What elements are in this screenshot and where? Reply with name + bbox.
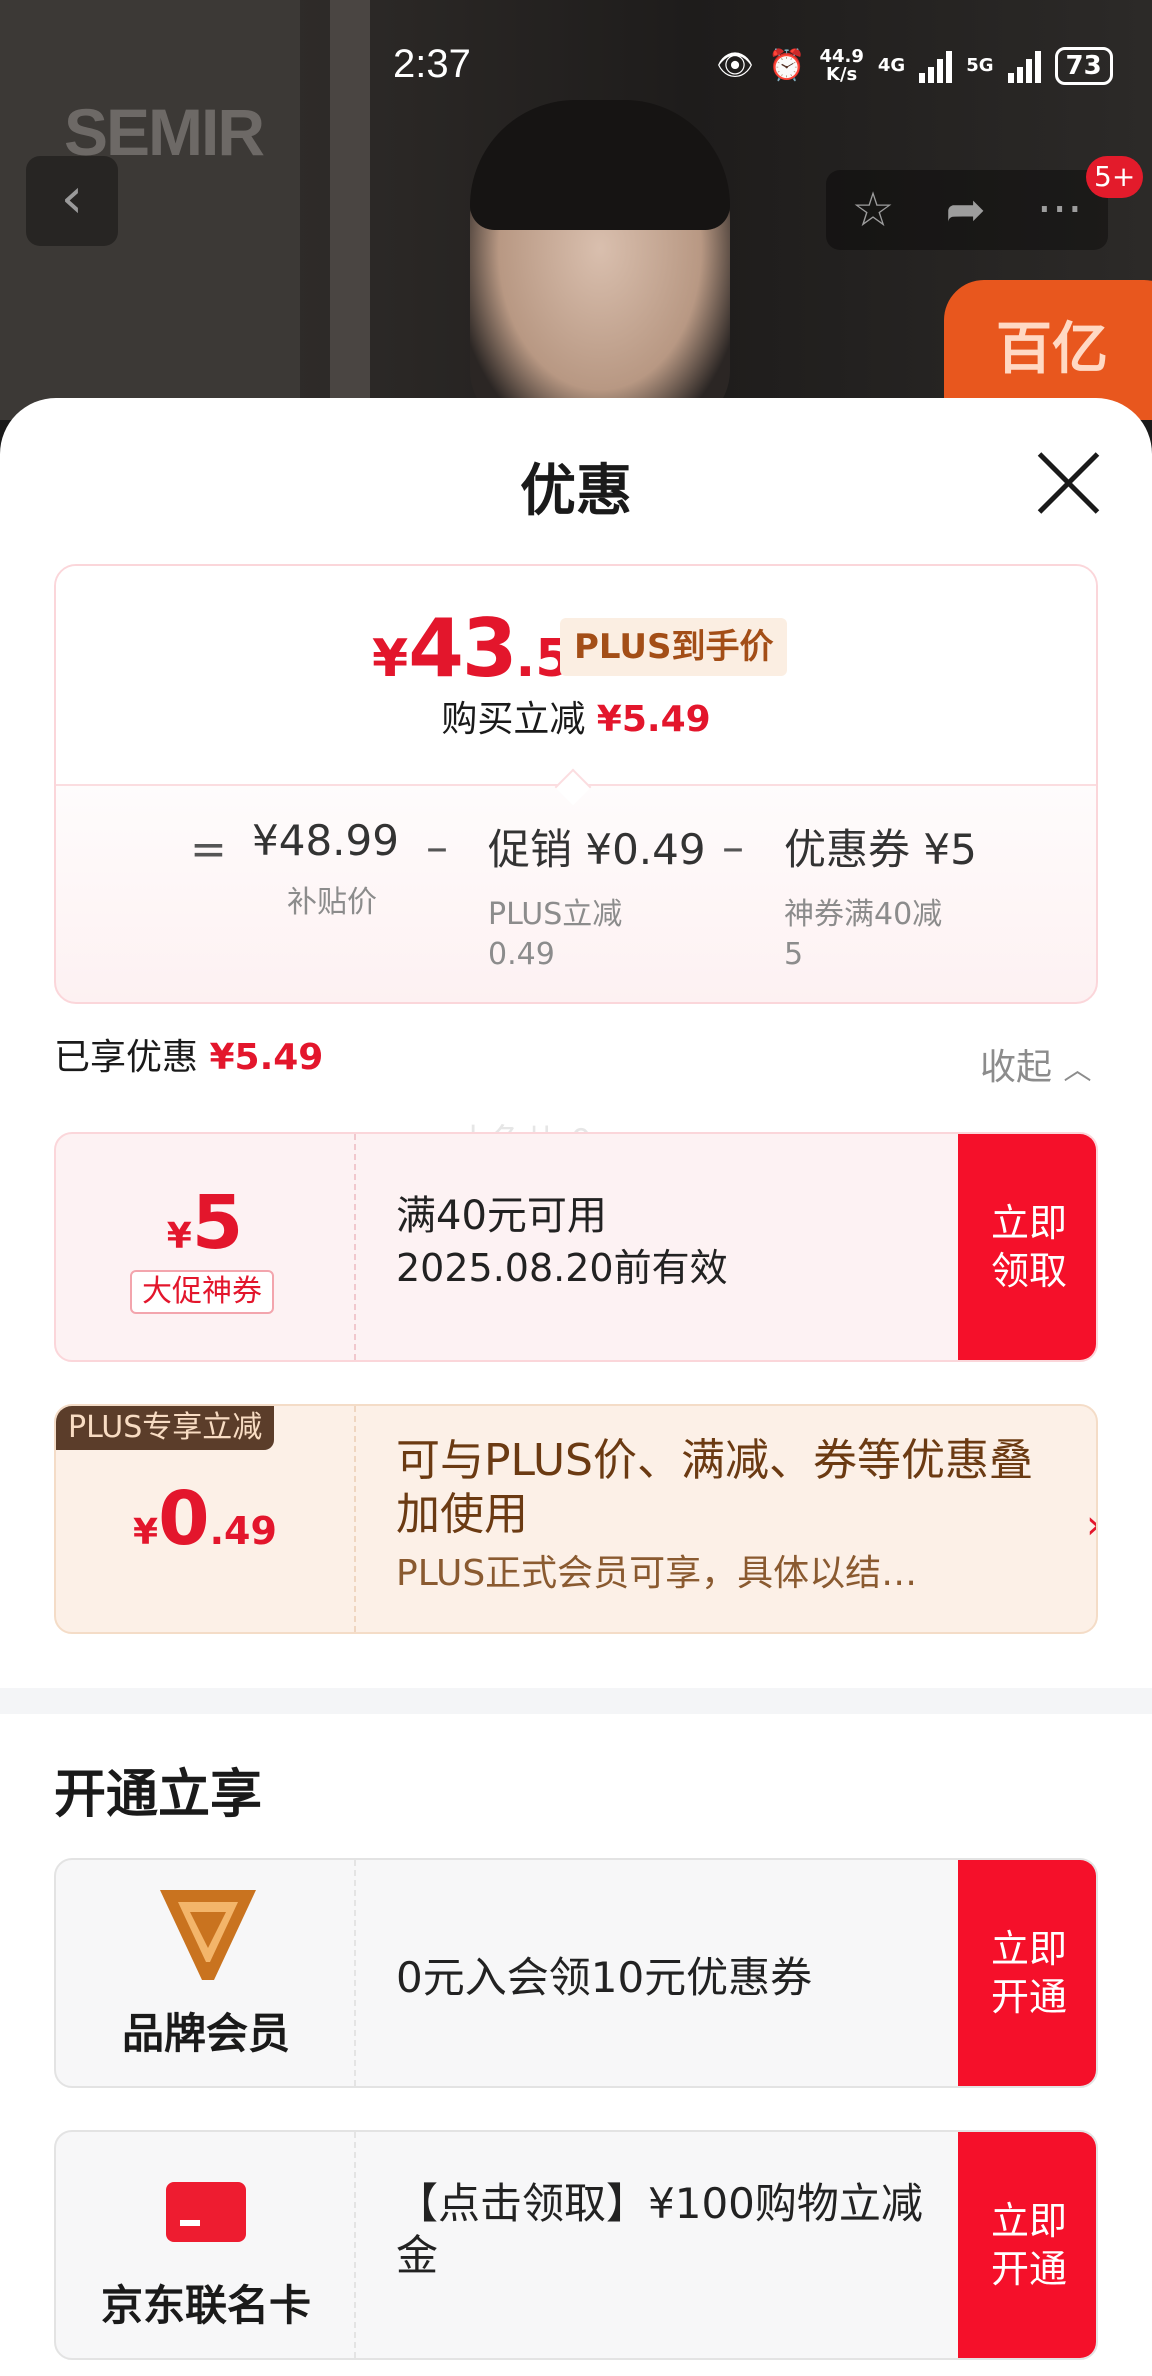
share-icon[interactable]: ➦ <box>946 182 986 238</box>
plus-price-tag: PLUS到手价 <box>560 618 788 676</box>
product-topbar: ‹ ☆ ➦ ··· 5+ <box>0 156 1152 250</box>
section-divider <box>0 1688 1152 1714</box>
message-badge: 5+ <box>1086 156 1144 198</box>
minus-sign: – <box>426 822 448 873</box>
brand-membership-text: 0元入会领10元优惠券 <box>396 1953 813 2002</box>
plus-discount-sub: PLUS正式会员可享，具体以结… <box>396 1553 918 1594</box>
brand-v-icon <box>160 1890 256 1980</box>
close-button[interactable] <box>1034 448 1104 518</box>
instant-reduce-line: 购买立减 ¥5.49 <box>441 699 711 740</box>
coupon-amount: ¥5 <box>166 1180 244 1266</box>
price-summary-card: ¥43.5 PLUS到手价 购买立减 ¥5.49 = ¥48.99 补贴价 – … <box>54 564 1098 1004</box>
coupon-info: 满40元可用 2025.08.20前有效 <box>396 1193 728 1290</box>
network-5g-label: 5G <box>966 55 994 76</box>
chevron-right-icon: › <box>1086 1502 1096 1548</box>
enjoyed-discount: 已享优惠 ¥5.49 <box>54 1037 324 1078</box>
plus-discount-card[interactable]: PLUS专享立减 ¥0.49 可与PLUS价、满减、券等优惠叠加使用 PLUS正… <box>54 1404 1098 1634</box>
chevron-up-icon: ︿ <box>1063 1053 1092 1086</box>
battery-indicator: 73 <box>1054 47 1113 85</box>
back-button[interactable]: ‹ <box>26 156 118 246</box>
jd-card-label: 京东联名卡 <box>100 2281 311 2330</box>
price-formula: = ¥48.99 补贴价 – 促销 ¥0.49 PLUS立减 0.49 – 优惠… <box>56 806 1096 996</box>
network-4g-label: 4G <box>877 55 906 76</box>
promo-badge-text: 百亿补贴 <box>996 317 1108 400</box>
brand-membership-label: 品牌会员 <box>121 2009 290 2058</box>
formula-item: ¥48.99 补贴价 <box>252 816 399 920</box>
open-brand-membership-button[interactable]: 立即 开通 <box>958 1860 1096 2086</box>
collapse-toggle[interactable]: 收起 ︿ <box>980 1038 1091 1090</box>
signal-icon-2 <box>1007 49 1041 83</box>
alarm-icon: ⏰ <box>768 48 806 83</box>
plus-discount-amount: ¥0.49 <box>133 1476 277 1562</box>
signal-icon <box>919 49 953 83</box>
formula-item: 促销 ¥0.49 PLUS立减 0.49 <box>488 825 706 972</box>
open-jd-card-button[interactable]: 立即 开通 <box>958 2132 1096 2358</box>
jd-card-text: 【点击领取】¥100购物立减金 <box>396 2179 923 2280</box>
minus-sign: – <box>722 822 744 873</box>
plus-discount-desc: 可与PLUS价、满减、券等优惠叠加使用 <box>396 1435 1033 1540</box>
eye-icon: 👁 <box>716 48 755 83</box>
status-bar: 2:37 👁 ⏰ 44.9 K/s 4G 5G 73 <box>0 36 1152 96</box>
star-icon[interactable]: ☆ <box>851 182 894 238</box>
brand-membership-card: 品牌会员 0元入会领10元优惠券 立即 开通 <box>54 1858 1098 2088</box>
credit-card-icon <box>166 2182 246 2242</box>
jd-card-offer: 京东联名卡 【点击领取】¥100购物立减金 立即 开通 <box>54 2130 1098 2360</box>
sheet-title: 优惠 <box>520 459 632 524</box>
net-speed: 44.9 K/s <box>819 46 864 85</box>
more-icon[interactable]: ··· <box>1037 182 1083 238</box>
coupon-type-tag: 大促神券 <box>130 1270 274 1314</box>
claim-coupon-button[interactable]: 立即 领取 <box>958 1134 1096 1360</box>
final-price: ¥43.5 <box>372 602 572 695</box>
status-time: 2:37 <box>393 42 471 86</box>
topbar-actions: ☆ ➦ ··· <box>826 170 1108 250</box>
discount-sheet: 优惠 ¥43.5 PLUS到手价 购买立减 ¥5.49 = ¥48.99 补贴价… <box>0 398 1152 2376</box>
chevron-left-icon: ‹ <box>60 166 84 231</box>
coupon-card: ¥5 大促神券 满40元可用 2025.08.20前有效 立即 领取 <box>54 1132 1098 1362</box>
formula-item: 优惠券 ¥5 神券满40减 5 <box>784 825 977 972</box>
section-title: 开通立享 <box>54 1765 263 1825</box>
equals-sign: = <box>190 824 227 875</box>
